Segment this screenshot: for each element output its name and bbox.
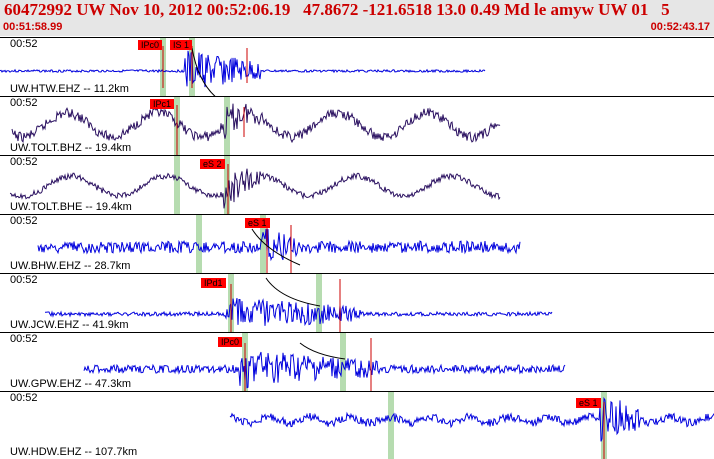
station-label: UW.TOLT.BHZ -- 19.4km — [10, 142, 132, 154]
trace-time-label: 00:52 — [10, 274, 38, 286]
station-label: UW.TOLT.BHE -- 19.4km — [10, 201, 132, 213]
phase-pick-marker[interactable]: eS 1 — [576, 398, 601, 408]
station-label: UW.BHW.EHZ -- 28.7km — [10, 260, 131, 272]
trace-time-label: 00:52 — [10, 97, 38, 109]
phase-pick-marker[interactable]: eS 2 — [200, 159, 225, 169]
trace-panel-bhw[interactable]: 00:52 eS 1 UW.BHW.EHZ -- 28.7km — [0, 214, 714, 273]
trace-time-label: 00:52 — [10, 38, 38, 50]
waveform-trace — [37, 229, 521, 262]
event-header: 60472992 UW Nov 10, 2012 00:52:06.19 47.… — [0, 0, 714, 36]
trace-panel-htw[interactable]: 00:52 IPc0 IS 1 UW.HTW.EHZ -- 11.2km — [0, 37, 714, 96]
station-label: UW.JCW.EHZ -- 41.9km — [10, 319, 129, 331]
phase-pick-marker[interactable]: IPc1 — [150, 99, 175, 109]
phase-pick-marker[interactable]: IPc0 — [138, 40, 163, 50]
start-time: 00:51:58.99 — [3, 21, 63, 33]
station-label: UW.GPW.EHZ -- 47.3km — [10, 378, 132, 390]
trace-panel-tolt-bhz[interactable]: 00:52 IPc1 UW.TOLT.BHZ -- 19.4km — [0, 96, 714, 155]
phase-pick-marker[interactable]: IPc0 — [218, 337, 243, 347]
trace-time-label: 00:52 — [10, 392, 38, 404]
waveform-trace — [0, 50, 486, 88]
trace-time-label: 00:52 — [10, 156, 38, 168]
waveform-trace — [229, 397, 714, 442]
seismogram-viewer: { "header": { "title": "60472992 UW Nov … — [0, 0, 714, 459]
phase-pick-marker[interactable]: IS 1 — [170, 40, 193, 50]
end-time: 00:52:43.17 — [650, 21, 710, 33]
station-label: UW.HTW.EHZ -- 11.2km — [10, 83, 129, 95]
trace-time-label: 00:52 — [10, 215, 38, 227]
waveform-trace — [11, 103, 501, 144]
phase-pick-marker[interactable]: eS 1 — [245, 218, 270, 228]
trace-panel-gpw[interactable]: 00:52 IPc0 UW.GPW.EHZ -- 47.3km — [0, 332, 714, 391]
station-label: UW.HDW.EHZ -- 107.7km — [10, 446, 138, 458]
trace-panel-tolt-bhe[interactable]: 00:52 eS 2 UW.TOLT.BHE -- 19.4km — [0, 155, 714, 214]
trace-panel-hdw[interactable]: 00:52 eS 1 UW.HDW.EHZ -- 107.7km — [0, 391, 714, 459]
event-title: 60472992 UW Nov 10, 2012 00:52:06.19 47.… — [4, 0, 670, 19]
trace-panel-jcw[interactable]: 00:52 IPd1 UW.JCW.EHZ -- 41.9km — [0, 273, 714, 332]
waveform-trace — [83, 351, 566, 389]
phase-pick-marker[interactable]: IPd1 — [201, 278, 226, 288]
trace-time-label: 00:52 — [10, 333, 38, 345]
